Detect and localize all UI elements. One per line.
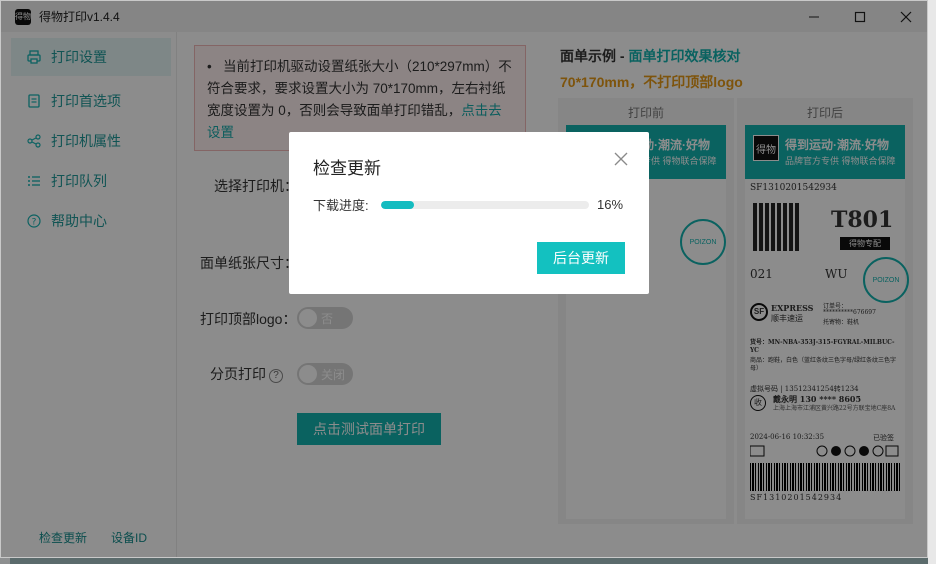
app-window: 得物 得物打印v1.4.4 打印设置 打印首选项 打印机属性 打印队列 ? 帮助… bbox=[0, 0, 928, 558]
progress-percent: 16% bbox=[597, 197, 624, 212]
progress-bar bbox=[381, 201, 589, 209]
dialog-title: 检查更新 bbox=[313, 159, 381, 178]
update-dialog: 检查更新 下载进度: 16% 后台更新 bbox=[289, 132, 649, 294]
dialog-close-button[interactable] bbox=[611, 150, 631, 170]
desktop-background-right bbox=[928, 0, 936, 564]
background-update-button[interactable]: 后台更新 bbox=[537, 242, 625, 274]
progress-label: 下载进度: bbox=[313, 198, 369, 213]
progress-fill bbox=[381, 201, 415, 209]
close-icon bbox=[614, 152, 628, 166]
